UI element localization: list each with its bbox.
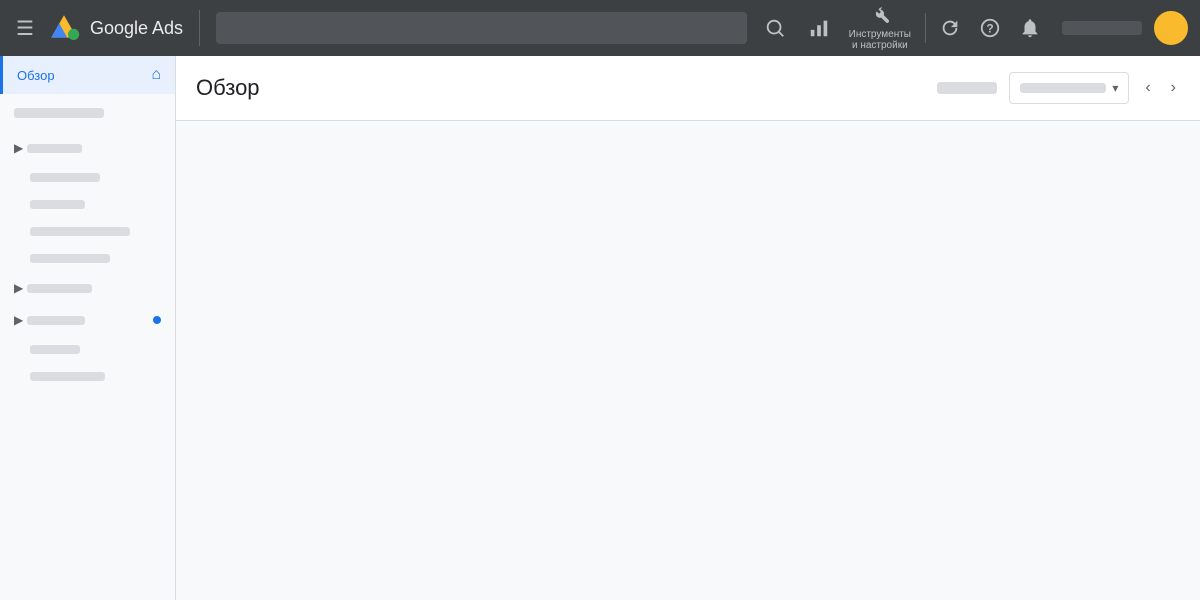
sidebar-item-overview[interactable]: Обзор ⌂ <box>0 56 175 94</box>
sidebar-item-9[interactable] <box>0 363 175 390</box>
sidebar-item-8[interactable] <box>0 336 175 363</box>
sidebar-item-2-label <box>30 173 100 182</box>
sidebar-item-4-label <box>30 227 130 236</box>
sidebar-item-6-label <box>27 284 92 293</box>
hamburger-menu-button[interactable]: ☰ <box>12 12 38 45</box>
nav-forward-button[interactable]: › <box>1167 75 1180 101</box>
chevron-right-icon-2: ▶ <box>14 281 23 295</box>
refresh-icon <box>939 17 961 39</box>
topnav-left: ☰ Google Ads <box>12 12 183 45</box>
svg-text:?: ? <box>986 22 993 36</box>
sidebar-item-3-label <box>30 200 85 209</box>
sidebar-item-9-label <box>30 372 105 381</box>
date-range-label <box>1020 83 1106 93</box>
date-range-dropdown[interactable]: ▾ <box>1009 72 1129 104</box>
bell-icon <box>1019 17 1041 39</box>
sidebar-item-7[interactable]: ▶ <box>0 304 175 336</box>
tools-icon <box>869 5 891 27</box>
sidebar-item-1[interactable]: ▶ <box>0 132 175 164</box>
main-layout: Обзор ⌂ ▶ ▶ ▶ <box>0 56 1200 600</box>
tools-label: Инструментыи настройки <box>849 29 911 51</box>
tools-button[interactable]: Инструментыи настройки <box>843 1 917 55</box>
sidebar-item-2[interactable] <box>0 164 175 191</box>
refresh-button[interactable] <box>930 13 970 43</box>
sidebar-item-4[interactable] <box>0 218 175 245</box>
header-placeholder <box>937 82 997 94</box>
help-icon: ? <box>979 17 1001 39</box>
sidebar-placeholder-top <box>14 108 104 118</box>
topnav-right: Инструментыи настройки ? <box>755 1 1188 55</box>
sidebar-item-7-label <box>27 316 85 325</box>
search-button[interactable] <box>755 13 795 43</box>
main-content-area <box>176 121 1200 600</box>
account-selector-placeholder[interactable] <box>1062 21 1142 35</box>
google-ads-logo <box>48 12 80 44</box>
sidebar-item-5-label <box>30 254 110 263</box>
sidebar-item-3[interactable] <box>0 191 175 218</box>
help-button[interactable]: ? <box>970 13 1010 43</box>
page-title: Обзор <box>196 75 925 101</box>
user-avatar[interactable] <box>1154 11 1188 45</box>
search-icon <box>764 17 786 39</box>
nav-back-button[interactable]: ‹ <box>1141 75 1154 101</box>
dropdown-chevron-icon: ▾ <box>1112 81 1118 95</box>
main-header: Обзор ▾ ‹ › <box>176 56 1200 121</box>
chevron-right-icon-3: ▶ <box>14 313 23 327</box>
sidebar-top-section <box>0 94 175 132</box>
sidebar: Обзор ⌂ ▶ ▶ ▶ <box>0 56 176 600</box>
topnav-search-bar[interactable] <box>216 12 747 44</box>
notification-dot <box>153 316 161 324</box>
topnav-divider <box>199 10 200 46</box>
reports-button[interactable] <box>799 13 839 43</box>
chart-icon <box>808 17 830 39</box>
main-panel: Обзор ▾ ‹ › <box>176 56 1200 600</box>
notifications-button[interactable] <box>1010 13 1050 43</box>
chevron-right-icon: ▶ <box>14 141 23 155</box>
sidebar-overview-label: Обзор <box>17 68 55 83</box>
sidebar-item-1-label <box>27 144 82 153</box>
sidebar-item-5[interactable] <box>0 245 175 272</box>
home-icon: ⌂ <box>151 66 161 84</box>
sidebar-item-8-label <box>30 345 80 354</box>
sidebar-item-6[interactable]: ▶ <box>0 272 175 304</box>
nav-icon-group: ? <box>925 13 1050 43</box>
app-title: Google Ads <box>90 18 183 39</box>
topnav: ☰ Google Ads Инструм <box>0 0 1200 56</box>
